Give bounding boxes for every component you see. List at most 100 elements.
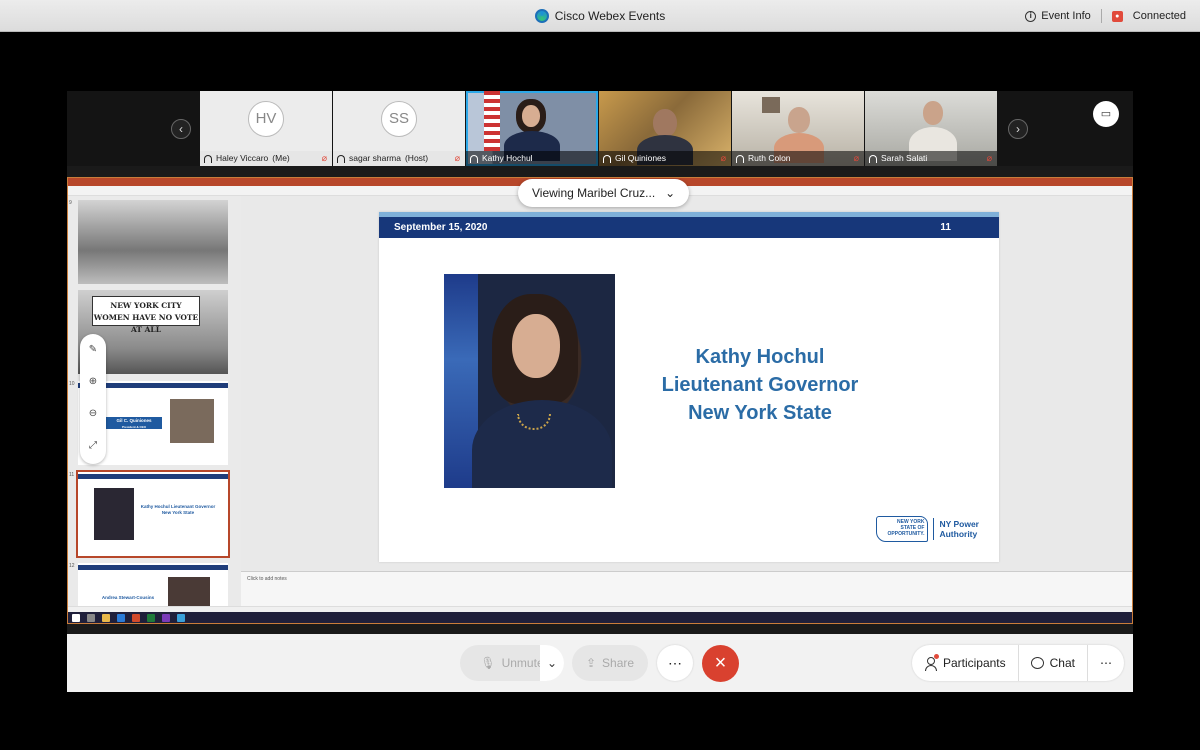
more-panels-button[interactable]: ⋯ bbox=[1088, 645, 1124, 681]
current-slide: September 15, 2020 11 Kathy Hochul Lieut… bbox=[379, 212, 999, 562]
participant-namebar: sagar sharma (Host) bbox=[333, 151, 465, 166]
slide-date: September 15, 2020 bbox=[394, 222, 488, 233]
strip-next-button[interactable]: › bbox=[1008, 119, 1028, 139]
slide-thumbnail-selected[interactable]: Kathy Hochul Lieutenant Governor New Yor… bbox=[76, 470, 230, 558]
viewing-label: Viewing Maribel Cruz... bbox=[532, 186, 656, 200]
teams-icon[interactable] bbox=[162, 614, 170, 622]
muted-mic-icon: ⌀ bbox=[321, 153, 327, 163]
nypa-logo-text: NY Power Authority bbox=[939, 519, 979, 539]
webex-logo-icon bbox=[534, 9, 549, 23]
slide-number: 9 bbox=[69, 200, 72, 206]
slide-thumbnail[interactable]: Andrea Stewart-Cousins bbox=[78, 563, 228, 606]
slide-title: Lieutenant Governor bbox=[661, 374, 859, 396]
participant-namebar: Kathy Hochul bbox=[466, 151, 598, 166]
muted-mic-icon: ⌀ bbox=[720, 153, 726, 163]
record-icon: ● bbox=[1111, 10, 1123, 22]
thumbnail-photo bbox=[94, 488, 134, 540]
nypa-logo: NEW YORK STATE OF OPPORTUNITY. NY Power … bbox=[876, 516, 979, 542]
participants-button[interactable]: Participants bbox=[912, 645, 1019, 681]
thumbnail-text: President & CEO bbox=[121, 425, 146, 429]
participant-tile[interactable]: Gil Quiniones ⌀ bbox=[599, 91, 731, 166]
slide-name-block: Kathy Hochul Lieutenant Governor New Yor… bbox=[629, 343, 891, 427]
windows-taskbar bbox=[68, 612, 1132, 623]
ny-state-logo-icon: NEW YORK STATE OF OPPORTUNITY. bbox=[876, 516, 929, 542]
nypa-logo-line: Authority bbox=[939, 529, 978, 539]
windows-start-icon[interactable] bbox=[72, 614, 80, 622]
leave-meeting-button[interactable]: × bbox=[702, 645, 739, 682]
avatar: SS bbox=[381, 101, 417, 137]
title-bar: Cisco Webex Events i Event Info ● Connec… bbox=[0, 0, 1200, 32]
video-face bbox=[788, 107, 810, 133]
info-icon: i bbox=[1025, 10, 1037, 22]
portrait-face bbox=[512, 314, 560, 378]
strip-prev-button[interactable]: ‹ bbox=[171, 119, 191, 139]
muted-mic-icon: ⌀ bbox=[853, 153, 859, 163]
participant-name: Kathy Hochul bbox=[482, 153, 533, 163]
more-icon: ⋯ bbox=[1100, 656, 1112, 670]
avatar: HV bbox=[248, 101, 284, 137]
slide-number-label: 11 bbox=[940, 222, 951, 233]
participant-name: sagar sharma bbox=[349, 153, 401, 163]
mic-muted-icon: 🎙 bbox=[480, 656, 496, 670]
event-info-label: Event Info bbox=[1041, 10, 1091, 22]
more-icon: ⋯ bbox=[668, 655, 682, 671]
thumbnail-header bbox=[78, 474, 228, 479]
video-face bbox=[522, 105, 540, 127]
fit-icon[interactable]: ⤢ bbox=[80, 430, 106, 462]
participant-tile[interactable]: Ruth Colon ⌀ bbox=[732, 91, 864, 166]
video-wall-frame bbox=[762, 97, 780, 113]
powerpoint-icon[interactable] bbox=[132, 614, 140, 622]
layout-button[interactable]: ▭ bbox=[1093, 101, 1119, 127]
headset-icon bbox=[337, 154, 345, 163]
window-title: Cisco Webex Events bbox=[0, 0, 1200, 32]
participant-tile-active[interactable]: Kathy Hochul bbox=[466, 91, 598, 166]
participants-icon bbox=[924, 653, 939, 671]
participant-namebar: Gil Quiniones bbox=[599, 151, 731, 166]
unmute-button[interactable]: 🎙 Unmute ⌄ bbox=[460, 645, 564, 681]
shared-screen: 9 NEW YORK CITY WOMEN HAVE NO VOTE AT AL… bbox=[67, 177, 1133, 624]
nypa-logo-line: NY Power bbox=[939, 519, 979, 529]
close-icon: × bbox=[714, 652, 727, 674]
share-button[interactable]: ⇪ Share bbox=[572, 645, 648, 681]
slide-number: 10 bbox=[69, 381, 75, 387]
slide-header: September 15, 2020 11 bbox=[379, 217, 999, 238]
headset-icon bbox=[204, 154, 212, 163]
thumbnail-text: Kathy Hochul Lieutenant Governor New Yor… bbox=[140, 504, 216, 515]
participant-tile[interactable]: Sarah Salati ⌀ bbox=[865, 91, 997, 166]
more-options-button[interactable]: ⋯ bbox=[657, 645, 693, 681]
notes-placeholder: Click to add notes bbox=[247, 576, 287, 582]
webex-window: Cisco Webex Events i Event Info ● Connec… bbox=[0, 0, 1200, 750]
video-flag bbox=[484, 91, 500, 151]
participant-role: (Host) bbox=[404, 153, 429, 163]
muted-mic-icon: ⌀ bbox=[454, 153, 460, 163]
zoom-in-icon[interactable]: ⊕ bbox=[80, 366, 106, 398]
pen-icon[interactable]: ✎ bbox=[80, 334, 106, 366]
headset-icon bbox=[603, 154, 611, 163]
search-icon[interactable] bbox=[87, 614, 95, 622]
participant-tile[interactable]: HV Haley Viccaro (Me) ⌀ bbox=[200, 91, 332, 166]
participant-tile[interactable]: SS sagar sharma (Host) ⌀ bbox=[333, 91, 465, 166]
unmute-options-button[interactable]: ⌄ bbox=[540, 645, 564, 681]
thumbnail-header bbox=[78, 565, 228, 570]
chat-button[interactable]: Chat bbox=[1019, 645, 1088, 681]
notes-pane[interactable]: Click to add notes bbox=[241, 571, 1132, 606]
event-info-button[interactable]: i Event Info bbox=[1025, 10, 1091, 22]
slide-state: New York State bbox=[688, 402, 832, 424]
excel-icon[interactable] bbox=[147, 614, 155, 622]
thumbnail-photo bbox=[170, 399, 214, 443]
layout-icon: ▭ bbox=[1100, 108, 1112, 120]
slide-thumbnail[interactable] bbox=[78, 200, 228, 284]
thumbnail-banner-text: NEW YORK CITY WOMEN HAVE NO VOTE AT ALL bbox=[92, 296, 200, 334]
participant-name: Haley Viccaro bbox=[216, 153, 269, 163]
headset-icon bbox=[470, 154, 478, 163]
mail-icon[interactable] bbox=[117, 614, 125, 622]
meeting-stage: ‹ HV Haley Viccaro (Me) ⌀ SS sagar sharm… bbox=[67, 91, 1133, 692]
window-title-text: Cisco Webex Events bbox=[554, 9, 666, 23]
folder-icon[interactable] bbox=[102, 614, 110, 622]
chevron-down-icon: ⌄ bbox=[665, 186, 676, 200]
viewing-indicator[interactable]: Viewing Maribel Cruz... ⌄ bbox=[518, 179, 690, 207]
thumbnail-photo bbox=[168, 577, 210, 606]
zoom-out-icon[interactable]: ⊖ bbox=[80, 398, 106, 430]
participant-name: Sarah Salati bbox=[881, 153, 928, 163]
edge-icon[interactable] bbox=[177, 614, 185, 622]
